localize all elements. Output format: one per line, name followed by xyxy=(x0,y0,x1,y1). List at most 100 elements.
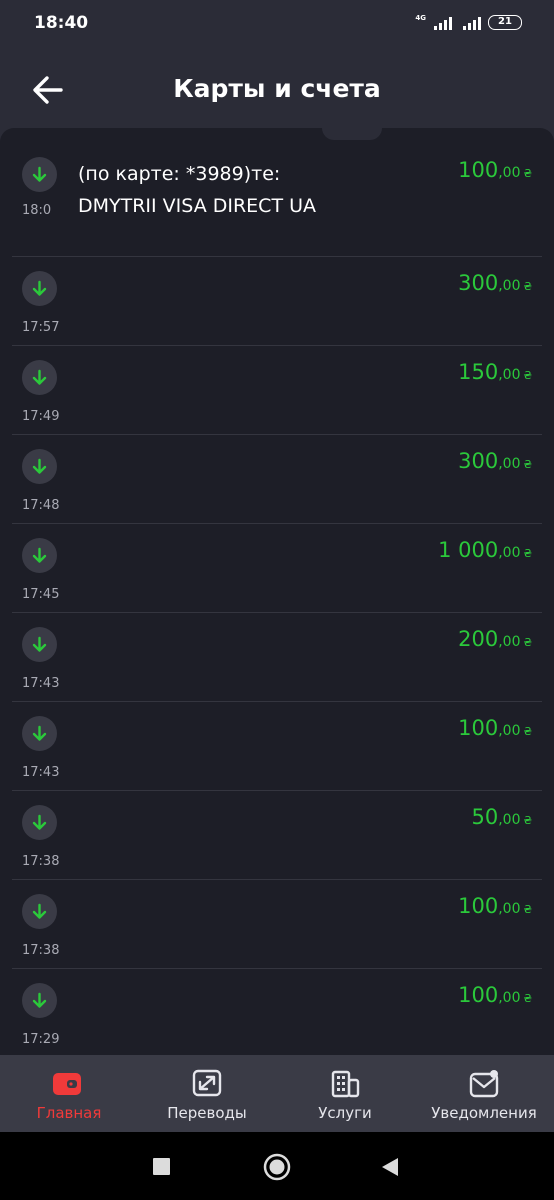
incoming-arrow-icon xyxy=(22,627,57,662)
transaction-time: 17:48 xyxy=(22,498,60,513)
amount-integer: 1 000 xyxy=(438,538,499,562)
transaction-row[interactable]: 17:43 200,00 ₴ xyxy=(0,613,554,702)
battery-icon: 21 xyxy=(488,15,522,30)
nav-label-notifications: Уведомления xyxy=(431,1104,537,1122)
transaction-time: 18:0 xyxy=(22,203,52,218)
transaction-amount: 200,00 ₴ xyxy=(458,627,532,651)
incoming-arrow-icon xyxy=(22,360,57,395)
transaction-time: 17:49 xyxy=(22,409,60,424)
currency-sign: ₴ xyxy=(523,992,532,1005)
incoming-arrow-icon xyxy=(22,449,57,484)
transaction-time: 17:57 xyxy=(22,320,60,335)
incoming-arrow-icon xyxy=(22,271,57,306)
home-button[interactable] xyxy=(263,1153,291,1181)
amount-decimal: ,00 xyxy=(498,990,521,1006)
page-title: Карты и счета xyxy=(173,74,381,103)
transaction-row[interactable]: 17:29 100,00 ₴ xyxy=(0,969,554,1055)
currency-sign: ₴ xyxy=(523,280,532,293)
transaction-amount: 150,00 ₴ xyxy=(458,360,532,384)
currency-sign: ₴ xyxy=(523,725,532,738)
system-navigation-bar xyxy=(0,1132,554,1200)
transaction-amount: 100,00 ₴ xyxy=(458,983,532,1007)
amount-integer: 100 xyxy=(458,716,499,740)
transaction-time: 17:43 xyxy=(22,765,60,780)
nav-label-home: Главная xyxy=(36,1104,102,1122)
amount-decimal: ,00 xyxy=(498,456,521,472)
status-indicators: 4G 21 xyxy=(415,15,522,30)
nav-item-services[interactable]: Услуги xyxy=(276,1055,414,1132)
currency-sign: ₴ xyxy=(523,167,532,180)
amount-decimal: ,00 xyxy=(498,165,521,181)
transaction-time: 17:38 xyxy=(22,943,60,958)
bottom-navigation: Главная Переводы Услуги Уведомления xyxy=(0,1055,554,1132)
transaction-time: 17:38 xyxy=(22,854,60,869)
recent-apps-button[interactable] xyxy=(153,1158,170,1175)
triangle-back-icon xyxy=(382,1158,398,1176)
currency-sign: ₴ xyxy=(523,636,532,649)
amount-integer: 300 xyxy=(458,271,499,295)
notifications-mail-icon xyxy=(469,1070,499,1098)
transaction-row[interactable]: 17:43 100,00 ₴ xyxy=(0,702,554,791)
transaction-time: 17:45 xyxy=(22,587,60,602)
amount-integer: 200 xyxy=(458,627,499,651)
transaction-time: 17:43 xyxy=(22,676,60,691)
nav-item-home[interactable]: Главная xyxy=(0,1055,138,1132)
app-header: Карты и счета xyxy=(0,50,554,130)
incoming-arrow-icon xyxy=(22,157,57,192)
amount-decimal: ,00 xyxy=(498,634,521,650)
transactions-list[interactable]: 18:0 (по карте: *3989)те: DMYTRII VISA D… xyxy=(0,128,554,1055)
currency-sign: ₴ xyxy=(523,814,532,827)
nav-label-services: Услуги xyxy=(318,1104,372,1122)
amount-decimal: ,00 xyxy=(498,901,521,917)
transaction-amount: 300,00 ₴ xyxy=(458,449,532,473)
system-back-button[interactable] xyxy=(381,1157,399,1177)
incoming-arrow-icon xyxy=(22,894,57,929)
nav-item-transfers[interactable]: Переводы xyxy=(138,1055,276,1132)
transaction-description-line2: DMYTRII VISA DIRECT UA xyxy=(78,195,316,217)
amount-integer: 150 xyxy=(458,360,499,384)
status-bar: 18:40 4G 21 xyxy=(0,0,554,50)
currency-sign: ₴ xyxy=(523,903,532,916)
transaction-row[interactable]: 17:49 150,00 ₴ xyxy=(0,346,554,435)
transaction-row[interactable]: 18:0 (по карте: *3989)те: DMYTRII VISA D… xyxy=(0,128,554,257)
currency-sign: ₴ xyxy=(523,458,532,471)
status-time: 18:40 xyxy=(34,13,89,33)
signal-icon-sim2 xyxy=(463,16,481,30)
transaction-description-line1: (по карте: *3989)те: xyxy=(78,163,281,185)
network-type: 4G xyxy=(415,14,426,22)
incoming-arrow-icon xyxy=(22,805,57,840)
transaction-description: (по карте: *3989)те: DMYTRII VISA DIRECT… xyxy=(78,158,368,222)
signal-icon xyxy=(434,16,452,30)
transaction-time: 17:29 xyxy=(22,1032,60,1047)
transaction-row[interactable]: 17:57 300,00 ₴ xyxy=(0,257,554,346)
transaction-row[interactable]: 17:38 50,00 ₴ xyxy=(0,791,554,880)
incoming-arrow-icon xyxy=(22,538,57,573)
square-icon xyxy=(153,1158,170,1175)
amount-integer: 100 xyxy=(458,894,499,918)
transaction-row[interactable]: 17:48 300,00 ₴ xyxy=(0,435,554,524)
amount-decimal: ,00 xyxy=(498,278,521,294)
transaction-amount: 1 000,00 ₴ xyxy=(438,538,532,562)
transaction-amount: 100,00 ₴ xyxy=(458,894,532,918)
amount-integer: 50 xyxy=(471,805,499,829)
transaction-amount: 50,00 ₴ xyxy=(471,805,532,829)
nav-item-notifications[interactable]: Уведомления xyxy=(414,1055,554,1132)
amount-integer: 100 xyxy=(458,158,499,182)
currency-sign: ₴ xyxy=(523,547,532,560)
transaction-amount: 100,00 ₴ xyxy=(458,158,532,182)
incoming-arrow-icon xyxy=(22,983,57,1018)
amount-decimal: ,00 xyxy=(498,812,521,828)
transaction-amount: 100,00 ₴ xyxy=(458,716,532,740)
transfers-icon xyxy=(192,1069,222,1097)
nav-label-transfers: Переводы xyxy=(167,1104,247,1122)
services-building-icon xyxy=(331,1070,360,1098)
app-screen: 18:40 4G 21 Карты и счета 18:0 (по карте… xyxy=(0,0,554,1200)
transaction-row[interactable]: 17:45 1 000,00 ₴ xyxy=(0,524,554,613)
amount-integer: 300 xyxy=(458,449,499,473)
transaction-row[interactable]: 17:38 100,00 ₴ xyxy=(0,880,554,969)
wallet-icon xyxy=(53,1073,81,1095)
amount-decimal: ,00 xyxy=(498,367,521,383)
incoming-arrow-icon xyxy=(22,716,57,751)
circle-home-icon xyxy=(263,1153,291,1181)
amount-integer: 100 xyxy=(458,983,499,1007)
